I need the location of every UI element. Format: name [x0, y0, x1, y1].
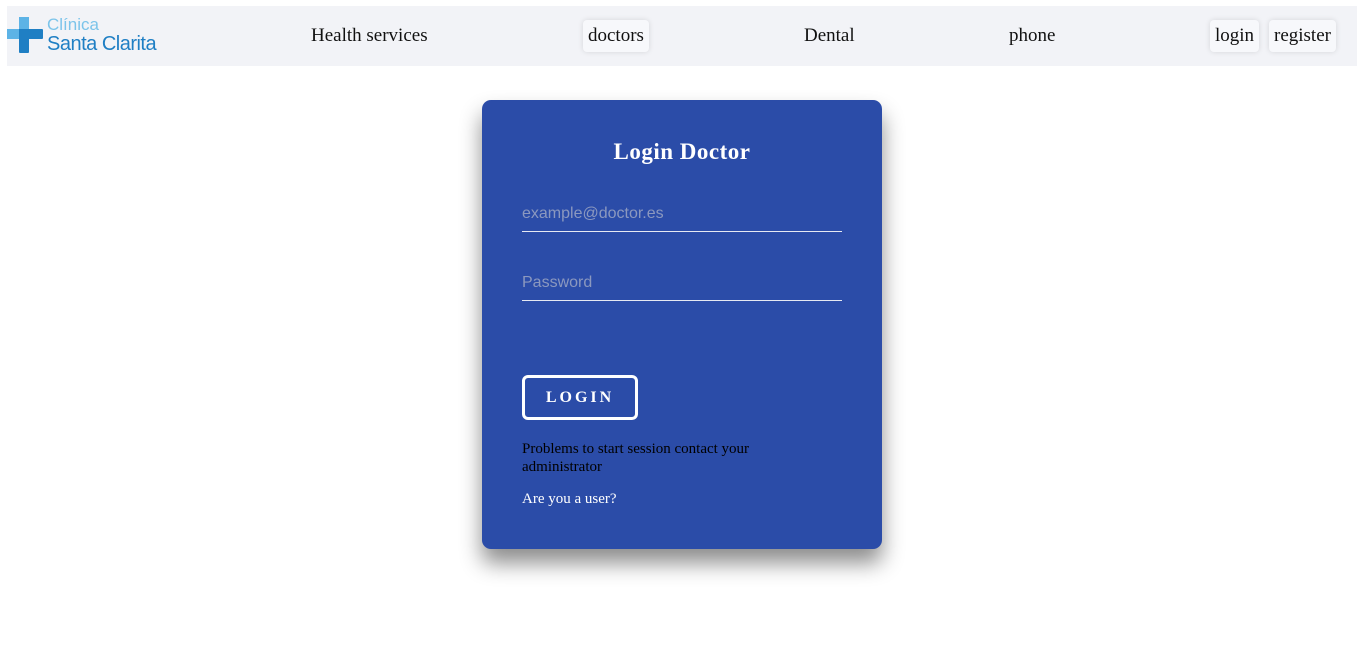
login-link[interactable]: login [1210, 20, 1260, 52]
session-help-text: Problems to start session contact your a… [522, 441, 750, 475]
brand-name-line2: Santa Clarita [47, 33, 157, 55]
email-field [522, 199, 842, 232]
login-card: Login Doctor LOGIN Problems to start ses… [482, 100, 882, 549]
nav-phone[interactable]: phone [1009, 6, 1055, 66]
medical-cross-icon [7, 17, 43, 53]
brand-name-line1: Clínica [47, 15, 99, 34]
password-field [522, 268, 842, 301]
login-button[interactable]: LOGIN [522, 375, 638, 420]
brand-logo[interactable]: Clínica Santa Clarita [7, 15, 167, 57]
nav-doctors[interactable]: doctors [583, 20, 649, 52]
nav-health-services[interactable]: Health services [311, 6, 428, 66]
top-navbar: Clínica Santa Clarita Health services do… [7, 6, 1357, 66]
user-login-link[interactable]: Are you a user? [522, 491, 617, 508]
register-link[interactable]: register [1269, 20, 1336, 52]
email-input[interactable] [522, 199, 842, 229]
login-title: Login Doctor [613, 139, 751, 164]
password-input[interactable] [522, 268, 842, 298]
nav-dental[interactable]: Dental [804, 6, 855, 66]
